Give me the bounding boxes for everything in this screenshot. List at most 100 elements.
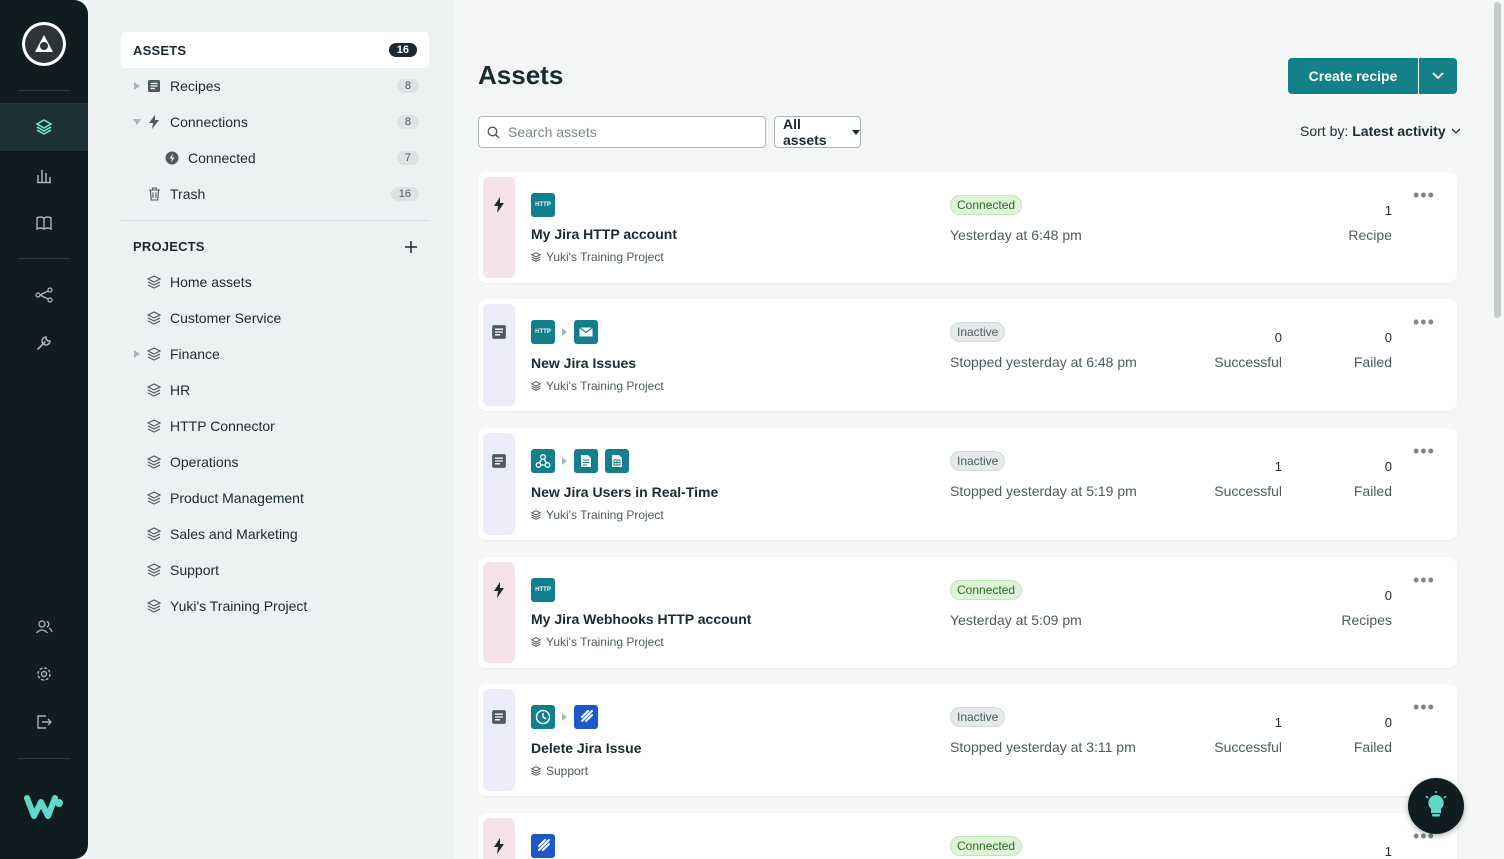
wrench-icon <box>37 336 51 350</box>
asset-name[interactable]: My Jira Webhooks HTTP account <box>531 611 751 627</box>
http-app-icon: HTTP <box>531 193 555 217</box>
sidebar-project-item[interactable]: Product Management <box>146 480 419 516</box>
document-app-icon <box>574 449 598 473</box>
create-options-button[interactable] <box>1419 58 1457 94</box>
stat-successful: 1 Successful <box>1214 715 1282 755</box>
asset-name[interactable]: New Jira Issues <box>531 355 636 371</box>
assets-title: ASSETS <box>133 42 187 58</box>
rail-assets-button[interactable] <box>0 103 88 151</box>
search-input[interactable] <box>508 124 748 140</box>
more-options-button[interactable]: ••• <box>1413 698 1435 716</box>
caret-down-icon[interactable] <box>132 119 142 125</box>
asset-name[interactable]: Delete Jira Issue <box>531 740 642 756</box>
stat-label: Failed <box>1353 739 1392 755</box>
recipe-icon <box>146 78 162 94</box>
sort-control[interactable]: Sort by: Latest activity <box>1300 123 1461 139</box>
rail-docs-button[interactable] <box>0 199 88 247</box>
rail-tools-button[interactable] <box>0 319 88 367</box>
sidebar-project-item[interactable]: Finance <box>132 336 419 372</box>
sidebar-item-recipes[interactable]: Recipes 8 <box>132 68 419 104</box>
rail-settings-button[interactable] <box>0 650 88 698</box>
asset-sidebar: ASSETS 16 Recipes 8 Connections 8 Connec… <box>88 0 454 859</box>
asset-filter-select[interactable]: All assets <box>774 116 861 148</box>
email-app-icon <box>574 320 598 344</box>
workspace-avatar[interactable] <box>22 22 66 66</box>
more-options-button[interactable]: ••• <box>1413 442 1435 460</box>
more-options-button[interactable]: ••• <box>1413 571 1435 589</box>
sidebar-project-item[interactable]: Yuki's Training Project <box>146 588 419 624</box>
jira-app-icon <box>574 705 598 729</box>
app-icons <box>531 449 629 473</box>
connected-icon <box>164 150 180 166</box>
workato-logo-icon[interactable] <box>24 794 64 820</box>
stat-failed: 0 Failed <box>1354 459 1392 499</box>
rail-signout-button[interactable] <box>0 698 88 746</box>
asset-name[interactable]: My Jira HTTP account <box>531 226 677 242</box>
status-badge: Inactive <box>950 707 1006 727</box>
asset-name[interactable]: New Jira Users in Real-Time <box>531 484 718 500</box>
sidebar-item-trash[interactable]: Trash 16 <box>146 176 419 212</box>
workspace-logo-icon <box>35 35 53 52</box>
more-options-button[interactable]: ••• <box>1413 186 1435 204</box>
recipe-stripe <box>483 689 515 791</box>
asset-card[interactable]: Delete Jira Issue Support Inactive Stopp… <box>478 684 1457 796</box>
asset-card[interactable]: HTTP New Jira Issues Yuki's Training Pro… <box>478 299 1457 411</box>
rail-dashboard-button[interactable] <box>0 151 88 199</box>
status-badge: Connected <box>950 836 1023 856</box>
rail-divider <box>18 258 70 259</box>
add-project-icon[interactable] <box>403 239 419 255</box>
help-button[interactable] <box>1408 778 1464 834</box>
caret-right-icon[interactable] <box>132 82 142 90</box>
stat-value: 1 <box>1274 715 1282 730</box>
sidebar-project-item[interactable]: Customer Service <box>146 300 419 336</box>
sidebar-project-item[interactable]: Sales and Marketing <box>146 516 419 552</box>
rail-divider <box>18 758 70 759</box>
search-box[interactable] <box>478 116 766 148</box>
scrollbar[interactable] <box>1491 0 1504 859</box>
asset-card[interactable]: Connected 1 ••• <box>478 813 1457 859</box>
sidebar-project-item[interactable]: HTTP Connector <box>146 408 419 444</box>
create-recipe-button[interactable]: Create recipe <box>1288 58 1418 94</box>
sidebar-project-item[interactable]: Home assets <box>146 264 419 300</box>
asset-timestamp: Stopped yesterday at 5:19 pm <box>950 483 1137 499</box>
http-app-icon: HTTP <box>531 578 555 602</box>
sidebar-project-item[interactable]: Support <box>146 552 419 588</box>
bar-chart-icon <box>37 170 51 184</box>
rail-community-button[interactable] <box>0 271 88 319</box>
asset-card[interactable]: HTTP My Jira HTTP account Yuki's Trainin… <box>478 172 1457 283</box>
caret-right-icon[interactable] <box>132 350 142 358</box>
webhook-app-icon <box>531 449 555 473</box>
stat-label: Failed <box>1353 354 1392 370</box>
sort-prefix: Sort by: <box>1300 123 1349 139</box>
sidebar-item-count: 16 <box>390 187 419 201</box>
sidebar-project-item[interactable]: Operations <box>146 444 419 480</box>
rail-members-button[interactable] <box>0 603 88 651</box>
stat-value: 0 <box>1274 330 1282 345</box>
sort-value: Latest activity <box>1352 123 1446 139</box>
asset-card[interactable]: New Jira Users in Real-Time Yuki's Train… <box>478 428 1457 540</box>
asset-project: Yuki's Training Project <box>531 508 664 522</box>
project-icon <box>531 510 541 520</box>
sidebar-item-label: Trash <box>170 186 206 202</box>
sidebar-item-connections[interactable]: Connections 8 <box>132 104 419 140</box>
assets-header[interactable]: ASSETS 16 <box>121 32 429 68</box>
flow-arrow-icon <box>562 457 567 465</box>
sidebar-project-item[interactable]: HR <box>146 372 419 408</box>
app-icons: HTTP <box>531 193 555 217</box>
asset-project: Yuki's Training Project <box>531 635 664 649</box>
asset-project-label: Yuki's Training Project <box>546 379 664 393</box>
spreadsheet-app-icon <box>605 449 629 473</box>
sidebar-item-label: Yuki's Training Project <box>170 598 308 614</box>
scrollbar-thumb[interactable] <box>1494 2 1501 318</box>
sidebar-item-label: Recipes <box>170 78 221 94</box>
more-options-button[interactable]: ••• <box>1413 313 1435 331</box>
filter-value: All assets <box>783 116 827 148</box>
main-content: Assets Create recipe All assets Sort by:… <box>454 0 1504 859</box>
asset-card[interactable]: HTTP My Jira Webhooks HTTP account Yuki'… <box>478 557 1457 668</box>
stat-value: 0 <box>1384 330 1392 345</box>
status-badge: Connected <box>950 580 1023 600</box>
sidebar-item-connected[interactable]: Connected 7 <box>164 140 419 176</box>
project-icon <box>146 562 162 578</box>
stat-value: 0 <box>1384 588 1392 603</box>
page-title: Assets <box>478 60 564 90</box>
